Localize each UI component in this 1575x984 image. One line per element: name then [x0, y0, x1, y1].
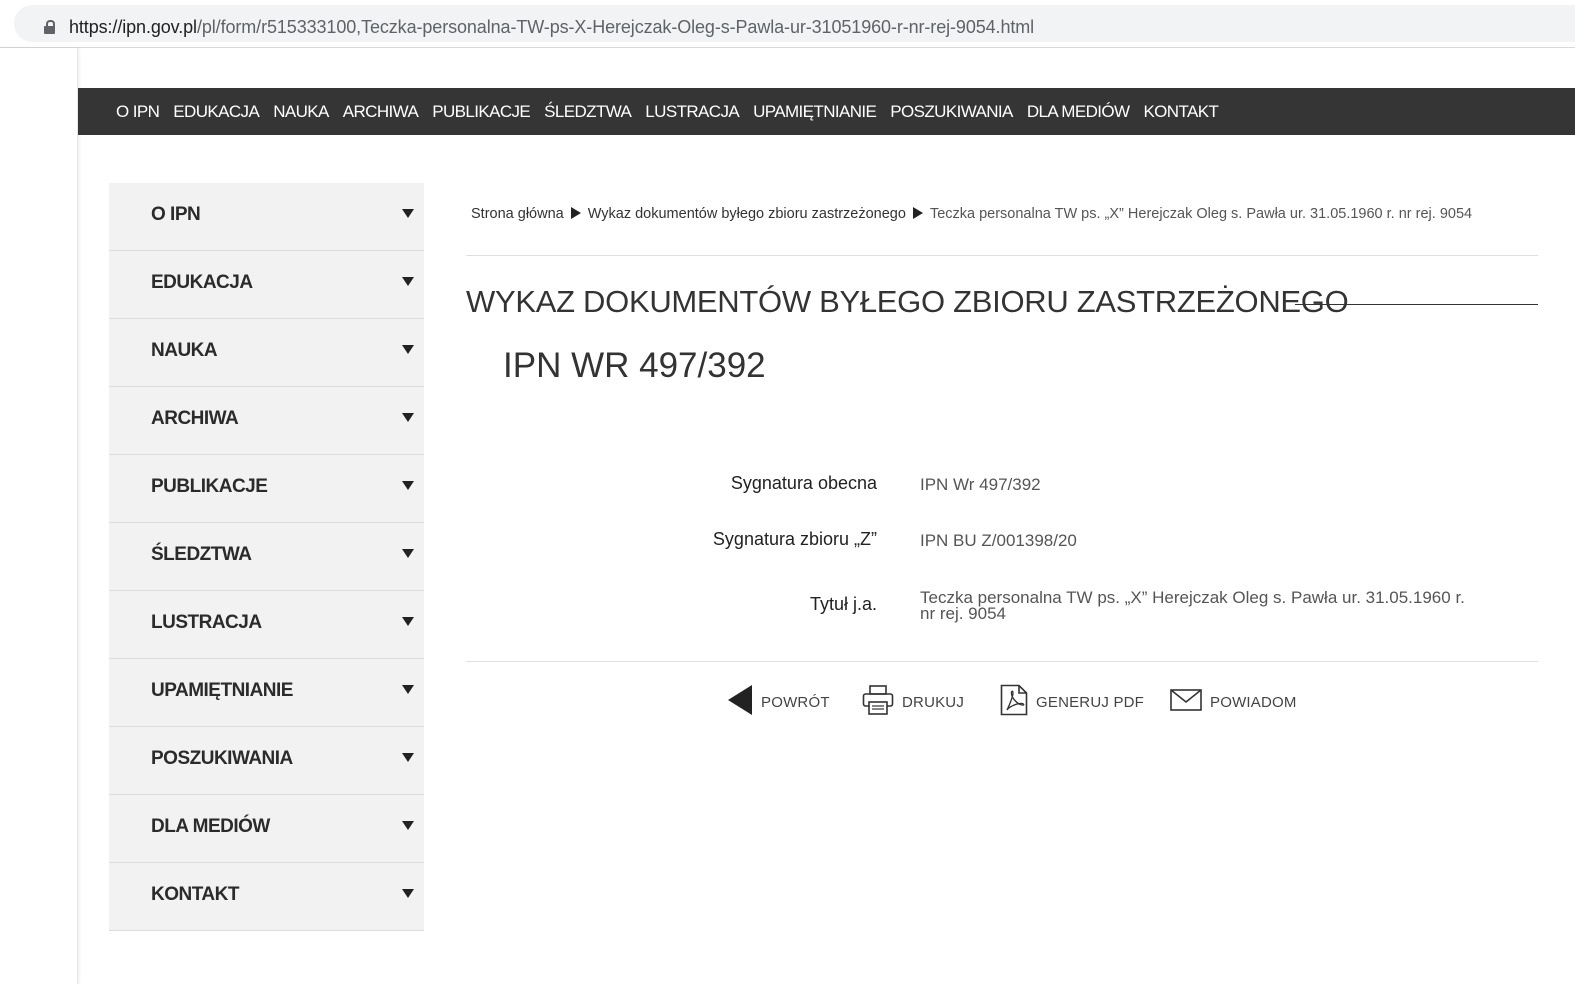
lock-icon[interactable]: [44, 20, 55, 34]
browser-address-bar: https://ipn.gov.pl/pl/form/r515333100,Te…: [0, 0, 1575, 48]
sidebar-item-sledztwa[interactable]: ŚLEDZTWA: [109, 523, 424, 591]
chevron-down-icon[interactable]: [402, 277, 414, 286]
url-path: /pl/form/r515333100,Teczka-personalna-TW…: [196, 17, 1035, 37]
top-navigation: O IPN EDUKACJA NAUKA ARCHIWA PUBLIKACJE …: [78, 88, 1575, 135]
sidebar-item-label: NAUKA: [151, 340, 218, 361]
back-button[interactable]: POWRÓT: [727, 684, 830, 721]
sidebar-item-label: PUBLIKACJE: [151, 476, 268, 497]
printer-icon: [862, 684, 894, 720]
chevron-down-icon[interactable]: [402, 413, 414, 422]
breadcrumb-item-current: Teczka personalna TW ps. „X” Herejczak O…: [929, 206, 1473, 222]
sidebar-item-nauka[interactable]: NAUKA: [109, 319, 424, 387]
sidebar-item-label: ARCHIWA: [151, 408, 239, 429]
chevron-down-icon[interactable]: [402, 821, 414, 830]
breadcrumb: Strona główna Wykaz dokumentów byłego zbi…: [471, 206, 1472, 222]
topnav-item-archiwa[interactable]: ARCHIWA: [343, 102, 419, 122]
pdf-file-icon: [1000, 684, 1028, 721]
topnav-item-nauka[interactable]: NAUKA: [273, 102, 329, 122]
sidebar-item-o-ipn[interactable]: O IPN: [109, 183, 424, 251]
sidebar-item-label: LUSTRACJA: [151, 612, 262, 633]
breadcrumb-item-list[interactable]: Wykaz dokumentów byłego zbioru zastrzeżo…: [588, 206, 906, 222]
topnav-item-dla-mediow[interactable]: DLA MEDIÓW: [1027, 102, 1130, 122]
chevron-down-icon[interactable]: [402, 753, 414, 762]
field-value-collection-signature: IPN BU Z/001398/20: [920, 531, 1077, 550]
sidebar-item-label: ŚLEDZTWA: [151, 544, 252, 565]
document-id: IPN WR 497/392: [503, 346, 766, 385]
sidebar-item-upamietnianie[interactable]: UPAMIĘTNIANIE: [109, 659, 424, 727]
chevron-down-icon[interactable]: [402, 685, 414, 694]
back-button-label: POWRÓT: [761, 693, 830, 711]
chevron-down-icon[interactable]: [402, 345, 414, 354]
topnav-item-kontakt[interactable]: KONTAKT: [1143, 102, 1218, 122]
notify-button[interactable]: POWIADOM: [1170, 686, 1297, 718]
field-label-collection-signature: Sygnatura zbioru „Z”: [712, 529, 877, 549]
field-value-current-signature: IPN Wr 497/392: [920, 475, 1041, 494]
divider: [466, 661, 1538, 662]
page-title: WYKAZ DOKUMENTÓW BYŁEGO ZBIORU ZASTRZEŻO…: [466, 284, 1349, 319]
sidebar-item-poszukiwania[interactable]: POSZUKIWANIA: [109, 727, 424, 795]
field-label-title: Tytuł j.a.: [809, 594, 877, 614]
sidebar-item-label: EDUKACJA: [151, 272, 253, 293]
sidebar-item-label: UPAMIĘTNIANIE: [151, 680, 293, 701]
chevron-down-icon[interactable]: [402, 209, 414, 218]
field-label-current-signature: Sygnatura obecna: [730, 473, 877, 493]
notify-button-label: POWIADOM: [1210, 693, 1297, 711]
sidebar-item-archiwa[interactable]: ARCHIWA: [109, 387, 424, 455]
field-value-title: Teczka personalna TW ps. „X” Herejczak O…: [920, 588, 1465, 623]
sidebar-item-dla-mediow[interactable]: DLA MEDIÓW: [109, 795, 424, 863]
sidebar-item-label: POSZUKIWANIA: [151, 748, 293, 769]
url-host: https://ipn.gov.pl: [69, 17, 197, 37]
back-arrow-icon: [727, 684, 753, 721]
sidebar-item-publikacje[interactable]: PUBLIKACJE: [109, 455, 424, 523]
chevron-down-icon[interactable]: [402, 889, 414, 898]
print-button[interactable]: DRUKUJ: [862, 684, 965, 720]
url-text[interactable]: https://ipn.gov.pl/pl/form/r515333100,Te…: [69, 17, 1034, 38]
sidebar-item-label: DLA MEDIÓW: [151, 816, 270, 837]
url-field[interactable]: https://ipn.gov.pl/pl/form/r515333100,Te…: [14, 5, 1575, 42]
topnav-item-o-ipn[interactable]: O IPN: [116, 102, 160, 122]
chevron-down-icon[interactable]: [402, 617, 414, 626]
sidebar-item-lustracja[interactable]: LUSTRACJA: [109, 591, 424, 659]
breadcrumb-item-home[interactable]: Strona główna: [471, 206, 564, 222]
sidebar-menu: O IPN EDUKACJA NAUKA ARCHIWA PUBLIKACJE …: [109, 183, 424, 931]
topnav-item-publikacje[interactable]: PUBLIKACJE: [432, 102, 531, 122]
sidebar-item-edukacja[interactable]: EDUKACJA: [109, 251, 424, 319]
chevron-down-icon[interactable]: [402, 549, 414, 558]
page-left-gutter: [0, 48, 78, 984]
print-button-label: DRUKUJ: [902, 693, 965, 711]
topnav-item-lustracja[interactable]: LUSTRACJA: [645, 102, 739, 122]
title-divider: [1295, 304, 1538, 305]
envelope-icon: [1170, 688, 1202, 716]
sidebar-item-label: KONTAKT: [151, 884, 239, 905]
chevron-down-icon[interactable]: [402, 481, 414, 490]
breadcrumb-separator-icon: [570, 207, 581, 219]
topnav-item-upamietnianie[interactable]: UPAMIĘTNIANIE: [753, 102, 877, 122]
divider: [466, 255, 1538, 256]
topnav-item-poszukiwania[interactable]: POSZUKIWANIA: [890, 102, 1013, 122]
breadcrumb-separator-icon: [912, 207, 923, 219]
sidebar-item-kontakt[interactable]: KONTAKT: [109, 863, 424, 931]
generate-pdf-button[interactable]: GENERUJ PDF: [1000, 684, 1145, 721]
topnav-item-edukacja[interactable]: EDUKACJA: [173, 102, 259, 122]
topnav-item-sledztwa[interactable]: ŚLEDZTWA: [544, 102, 632, 122]
sidebar-item-label: O IPN: [151, 204, 201, 225]
generate-pdf-button-label: GENERUJ PDF: [1036, 693, 1145, 711]
